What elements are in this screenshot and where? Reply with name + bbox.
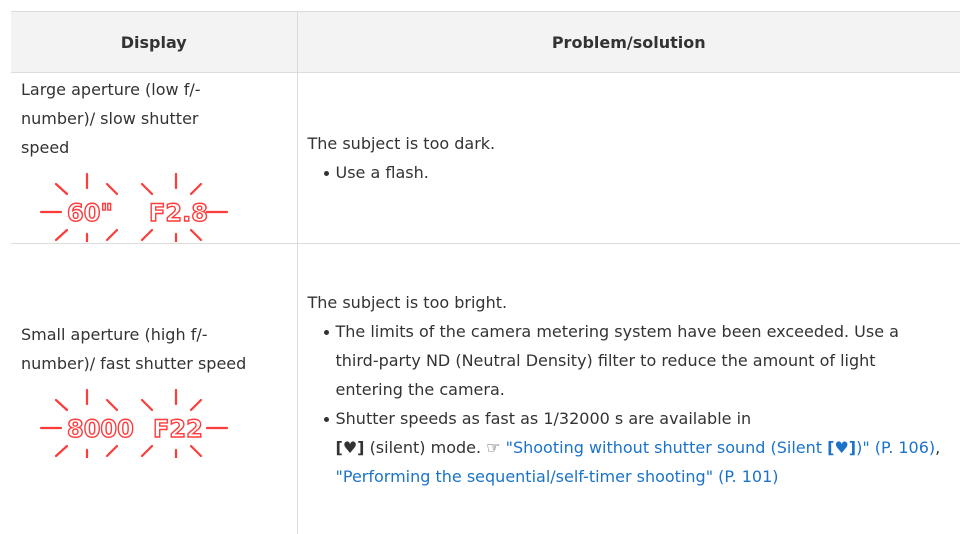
header-problem-solution: Problem/solution	[297, 12, 960, 73]
silent-mode-text: (silent) mode.	[370, 438, 482, 457]
troubleshooting-table: Display Problem/solution Large aperture …	[11, 11, 960, 534]
lcd-aperture-value: F2.8	[149, 199, 208, 227]
reference-pointer-icon: ☞	[486, 438, 500, 457]
table-header-row: Display Problem/solution	[11, 12, 960, 73]
table-row: Small aperture (high f/-number)/ fast sh…	[11, 244, 960, 534]
display-description: Small aperture (high f/-number)/ fast sh…	[21, 320, 281, 378]
heart-icon: ♥	[834, 438, 848, 457]
display-cell: Large aperture (low f/-number)/ slow shu…	[11, 73, 297, 244]
header-display: Display	[11, 12, 297, 73]
lcd-aperture-value: F22	[153, 415, 203, 443]
shutter-speed-text: Shutter speeds as fast as 1/32000 s are …	[336, 409, 752, 428]
lcd-shutter-value: 8000	[67, 415, 134, 443]
bracket-close: ]	[357, 438, 364, 457]
solution-cell: The subject is too bright. The limits of…	[297, 244, 960, 534]
link-shooting-without-shutter-sound[interactable]: "Shooting without shutter sound (Silent …	[506, 438, 936, 457]
table-row: Large aperture (low f/-number)/ slow shu…	[11, 73, 960, 244]
lcd-shutter-value: 60"	[67, 199, 113, 227]
display-description: Large aperture (low f/-number)/ slow shu…	[21, 75, 221, 162]
solution-cell: The subject is too dark. Use a flash.	[297, 73, 960, 244]
solution-list: The limits of the camera metering system…	[308, 317, 947, 491]
display-cell: Small aperture (high f/-number)/ fast sh…	[11, 244, 297, 534]
link-sequential-self-timer-shooting[interactable]: "Performing the sequential/self-timer sh…	[336, 467, 779, 486]
list-item: Use a flash.	[322, 158, 947, 187]
problem-text: The subject is too bright.	[308, 288, 947, 317]
blinking-exposure-display-icon: 60" F2.8	[21, 170, 251, 242]
list-item-silent-mode: Shutter speeds as fast as 1/32000 s are …	[322, 404, 947, 491]
bracket-open: [	[336, 438, 343, 457]
list-item: The limits of the camera metering system…	[322, 317, 947, 404]
link-separator: ,	[935, 438, 940, 457]
blinking-exposure-display-icon: 8000 F22	[21, 386, 251, 458]
solution-list: Use a flash.	[308, 158, 947, 187]
heart-icon: ♥	[343, 438, 357, 457]
problem-text: The subject is too dark.	[308, 129, 947, 158]
